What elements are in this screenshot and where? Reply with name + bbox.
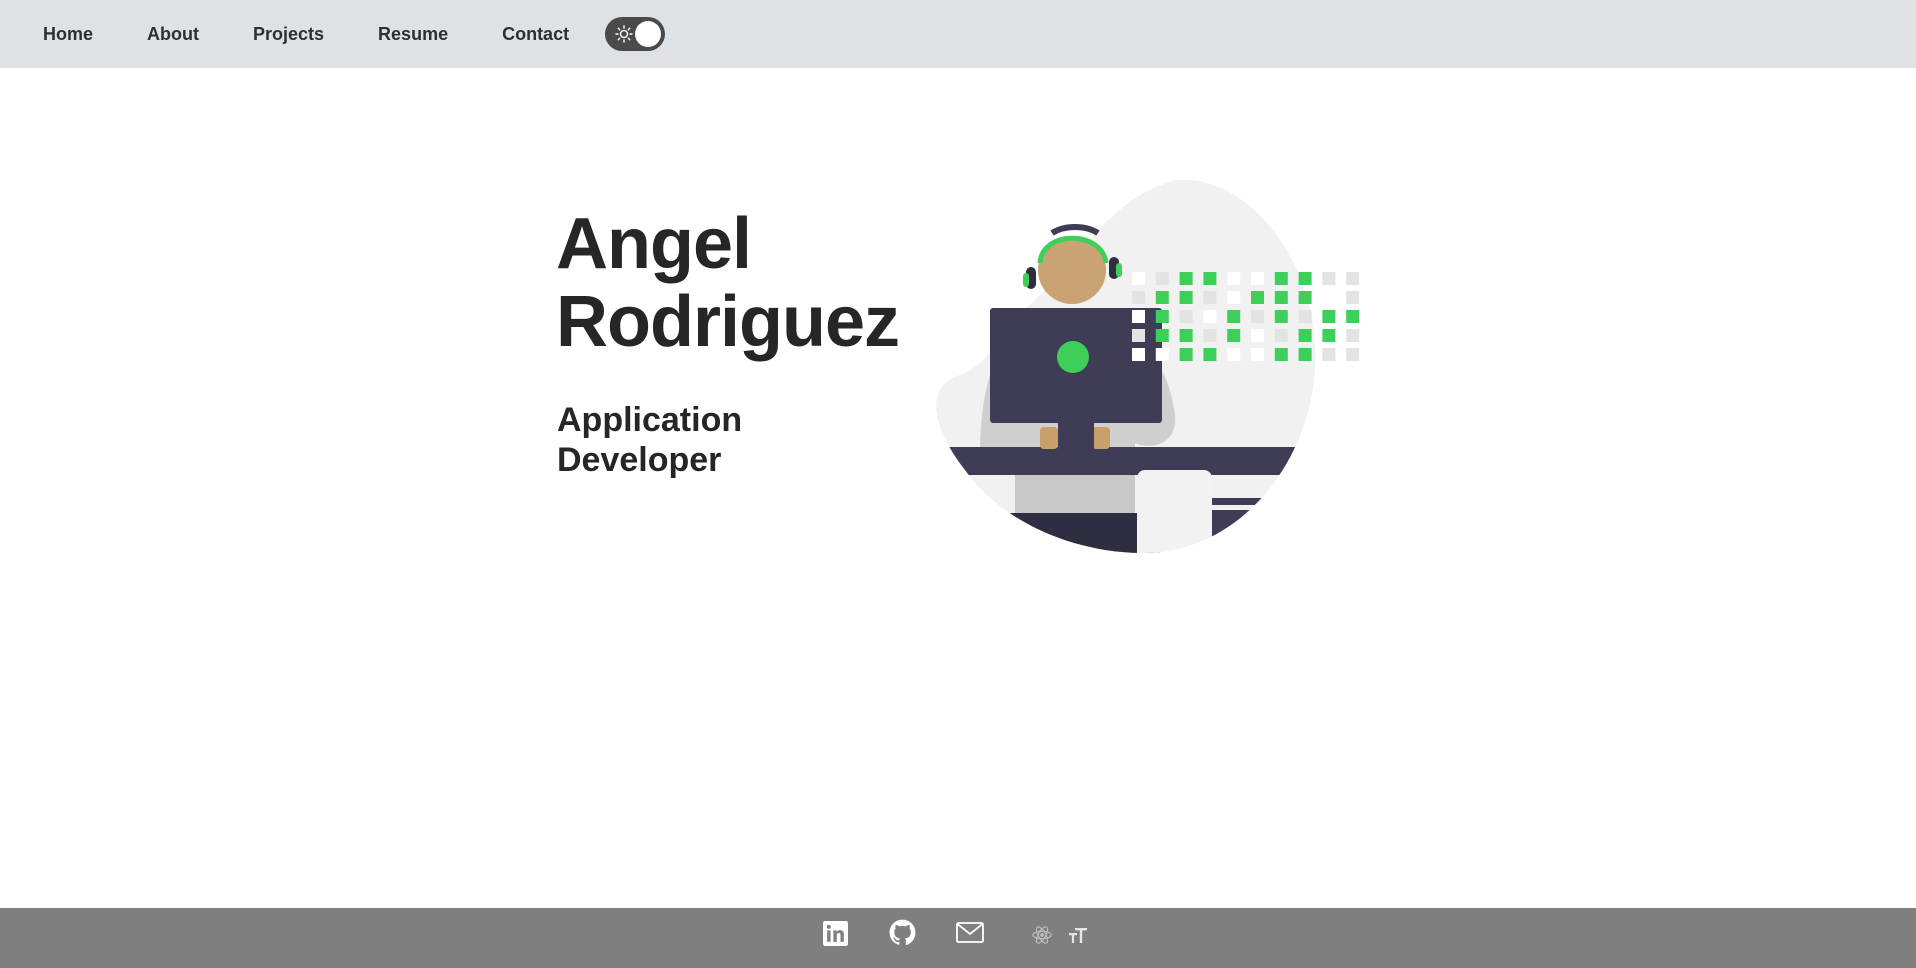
grid-cell bbox=[1322, 329, 1336, 342]
react-icon bbox=[1032, 926, 1052, 944]
grid-cell bbox=[1322, 291, 1336, 304]
mail-icon[interactable] bbox=[956, 922, 984, 943]
hero-role: Application Developer bbox=[557, 400, 742, 480]
font-size-icon bbox=[1069, 928, 1087, 943]
grid-cell bbox=[1179, 348, 1193, 361]
hero-name-first: Angel bbox=[556, 204, 752, 284]
grid-cell bbox=[1227, 272, 1241, 285]
grid-cell bbox=[1346, 310, 1360, 323]
grid-cell bbox=[1346, 348, 1360, 361]
grid-cell bbox=[1132, 310, 1145, 323]
nav-home-link[interactable]: Home bbox=[43, 24, 93, 45]
nav-about-link[interactable]: About bbox=[147, 24, 199, 45]
toggle-knob bbox=[635, 21, 662, 47]
nav-resume-link[interactable]: Resume bbox=[378, 24, 448, 45]
grid-cell bbox=[1251, 291, 1264, 304]
grid-cell bbox=[1179, 291, 1193, 304]
grid-cell bbox=[1274, 272, 1288, 285]
grid-cell bbox=[1155, 291, 1169, 304]
grid-cell bbox=[1298, 348, 1312, 361]
grid-cell bbox=[1298, 329, 1312, 342]
grid-cell bbox=[1203, 272, 1217, 285]
grid-cell bbox=[1298, 310, 1312, 323]
grid-cell bbox=[1274, 348, 1288, 361]
grid-cell bbox=[1322, 310, 1336, 323]
grid-cell bbox=[1274, 329, 1288, 342]
grid-cell bbox=[1203, 348, 1217, 361]
grid-cell bbox=[1179, 310, 1193, 323]
grid-cell bbox=[1274, 291, 1288, 304]
nav-contact-link[interactable]: Contact bbox=[502, 24, 569, 45]
hero-name: Angel Rodriguez bbox=[556, 204, 900, 362]
grid-cell bbox=[1132, 329, 1145, 342]
grid-cell bbox=[1227, 329, 1241, 342]
grid-cell bbox=[1132, 348, 1145, 361]
hero-role-line2: Developer bbox=[557, 441, 722, 479]
grid-cell bbox=[1227, 348, 1241, 361]
top-navbar: Home About Projects Resume Contact bbox=[0, 0, 1916, 68]
grid-cell bbox=[1203, 329, 1217, 342]
grid-cell bbox=[1346, 329, 1360, 342]
hero-name-last: Rodriguez bbox=[556, 282, 900, 362]
grid-cell bbox=[1227, 310, 1241, 323]
grid-cell bbox=[1346, 291, 1360, 304]
github-icon[interactable] bbox=[889, 919, 916, 946]
sun-icon bbox=[615, 25, 633, 43]
grid-cell bbox=[1155, 272, 1169, 285]
linkedin-icon[interactable] bbox=[823, 921, 848, 946]
hero-role-line1: Application bbox=[557, 401, 743, 439]
grid-cell bbox=[1179, 272, 1193, 285]
footer bbox=[0, 908, 1916, 968]
grid-cell bbox=[1251, 310, 1264, 323]
grid-cell bbox=[1251, 272, 1264, 285]
grid-cell bbox=[1322, 272, 1336, 285]
grid-cell bbox=[1203, 310, 1217, 323]
grid-cell bbox=[1251, 329, 1264, 342]
grid-cell bbox=[1274, 310, 1288, 323]
grid-cell bbox=[1155, 329, 1169, 342]
grid-cell bbox=[1132, 272, 1145, 285]
grid-cell bbox=[1155, 348, 1169, 361]
grid-cell bbox=[1251, 348, 1264, 361]
grid-cell bbox=[1298, 272, 1312, 285]
grid-cell bbox=[1298, 291, 1312, 304]
grid-cell bbox=[1346, 272, 1360, 285]
grid-cell bbox=[1322, 348, 1336, 361]
grid-cell bbox=[1179, 329, 1193, 342]
developer-illustration bbox=[936, 179, 1360, 554]
theme-toggle-switch[interactable] bbox=[605, 17, 666, 51]
grid-cell bbox=[1227, 291, 1241, 304]
grid-cell bbox=[1203, 291, 1217, 304]
nav-projects-link[interactable]: Projects bbox=[253, 24, 324, 45]
grid-cell bbox=[1132, 291, 1145, 304]
grid-cell bbox=[1155, 310, 1169, 323]
